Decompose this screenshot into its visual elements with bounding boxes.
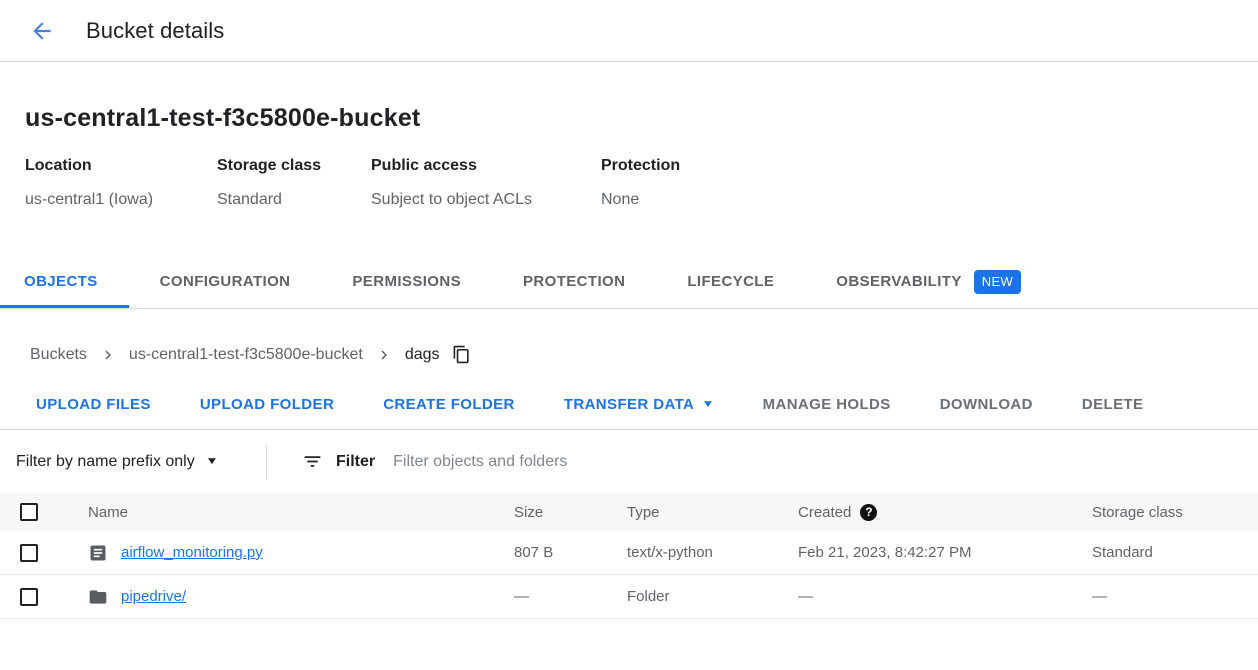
bucket-summary: us-central1-test-f3c5800e-bucket Locatio…: [0, 62, 1258, 255]
tab-label: OBJECTS: [24, 273, 98, 290]
table-row: airflow_monitoring.py 807 B text/x-pytho…: [0, 531, 1258, 575]
meta-value: None: [601, 191, 680, 209]
tab-permissions[interactable]: PERMISSIONS: [321, 255, 492, 308]
upload-files-button[interactable]: UPLOAD FILES: [36, 396, 151, 413]
caret-down-icon: ▼: [701, 399, 715, 410]
button-label: TRANSFER DATA: [564, 396, 694, 413]
bucket-tabs: OBJECTS CONFIGURATION PERMISSIONS PROTEC…: [0, 255, 1258, 309]
button-label: MANAGE HOLDS: [763, 396, 891, 413]
filter-scope-selector[interactable]: Filter by name prefix only ▼: [16, 453, 266, 471]
cell-created: Feb 21, 2023, 8:42:27 PM: [798, 544, 1092, 561]
cell-storage-class: —: [1092, 588, 1258, 605]
cell-size: 807 B: [514, 544, 627, 561]
tab-objects[interactable]: OBJECTS: [0, 255, 129, 308]
folder-link[interactable]: pipedrive/: [121, 588, 186, 605]
cell-storage-class: Standard: [1092, 544, 1258, 561]
meta-label: Public access: [371, 157, 601, 175]
page-title: Bucket details: [86, 18, 224, 44]
object-link[interactable]: airflow_monitoring.py: [121, 544, 263, 561]
column-header-size: Size: [514, 504, 627, 521]
filter-label: Filter: [336, 453, 375, 471]
column-header-created: Created ?: [798, 504, 1092, 521]
select-row-checkbox[interactable]: [20, 588, 38, 606]
vertical-divider: [266, 444, 267, 480]
select-row-checkbox[interactable]: [20, 544, 38, 562]
tab-protection[interactable]: PROTECTION: [492, 255, 656, 308]
content-copy-icon: [452, 345, 471, 364]
filter-bar: Filter by name prefix only ▼ Filter: [0, 430, 1258, 493]
meta-label: Protection: [601, 157, 680, 175]
meta-storage-class: Storage class Standard: [217, 157, 371, 209]
tab-configuration[interactable]: CONFIGURATION: [129, 255, 322, 308]
button-label: UPLOAD FOLDER: [200, 396, 334, 413]
tab-label: PROTECTION: [523, 273, 625, 290]
filter-input[interactable]: [393, 442, 1258, 482]
meta-value: Standard: [217, 191, 371, 209]
meta-protection: Protection None: [601, 157, 680, 209]
copy-path-button[interactable]: [450, 343, 473, 366]
meta-value: us-central1 (Iowa): [25, 191, 217, 209]
bucket-meta: Location us-central1 (Iowa) Storage clas…: [25, 157, 1258, 209]
object-actions-toolbar: UPLOAD FILES UPLOAD FOLDER CREATE FOLDER…: [0, 382, 1258, 429]
button-label: DOWNLOAD: [940, 396, 1033, 413]
cell-size: —: [514, 588, 627, 605]
filter-list-icon: [302, 451, 323, 472]
meta-label: Location: [25, 157, 217, 175]
transfer-data-button[interactable]: TRANSFER DATA ▼: [564, 396, 714, 413]
download-button[interactable]: DOWNLOAD: [940, 396, 1033, 413]
folder-icon: [88, 587, 108, 607]
chevron-right-icon: [375, 346, 393, 364]
arrow-left-icon: [29, 18, 55, 44]
tab-lifecycle[interactable]: LIFECYCLE: [656, 255, 805, 308]
delete-button[interactable]: DELETE: [1082, 396, 1144, 413]
tab-label: CONFIGURATION: [160, 273, 291, 290]
help-icon[interactable]: ?: [860, 504, 877, 521]
table-header-row: Name Size Type Created ? Storage class: [0, 493, 1258, 531]
column-header-type: Type: [627, 504, 798, 521]
column-header-name: Name: [88, 504, 514, 521]
cell-created: —: [798, 588, 1092, 605]
meta-label: Storage class: [217, 157, 371, 175]
meta-public-access: Public access Subject to object ACLs: [371, 157, 601, 209]
breadcrumb-buckets[interactable]: Buckets: [30, 346, 87, 364]
column-header-storage-class: Storage class: [1092, 504, 1258, 521]
bucket-name: us-central1-test-f3c5800e-bucket: [25, 104, 1258, 133]
column-header-label: Created: [798, 504, 851, 521]
caret-down-icon: ▼: [205, 456, 218, 467]
file-icon: [88, 543, 108, 563]
meta-location: Location us-central1 (Iowa): [25, 157, 217, 209]
page-header: Bucket details: [0, 0, 1258, 62]
new-badge: NEW: [974, 270, 1021, 294]
create-folder-button[interactable]: CREATE FOLDER: [383, 396, 515, 413]
meta-value: Subject to object ACLs: [371, 191, 601, 209]
breadcrumb-bucket-name[interactable]: us-central1-test-f3c5800e-bucket: [129, 346, 363, 364]
tab-label: OBSERVABILITY: [836, 273, 962, 290]
tab-label: LIFECYCLE: [687, 273, 774, 290]
objects-table: Name Size Type Created ? Storage class a…: [0, 493, 1258, 619]
cell-type: text/x-python: [627, 544, 798, 561]
button-label: CREATE FOLDER: [383, 396, 515, 413]
breadcrumb: Buckets us-central1-test-f3c5800e-bucket…: [0, 309, 1258, 382]
button-label: DELETE: [1082, 396, 1144, 413]
filter-scope-label: Filter by name prefix only: [16, 453, 195, 471]
table-row: pipedrive/ — Folder — —: [0, 575, 1258, 619]
breadcrumb-current-folder: dags: [405, 346, 440, 364]
cell-type: Folder: [627, 588, 798, 605]
manage-holds-button[interactable]: MANAGE HOLDS: [763, 396, 891, 413]
tab-label: PERMISSIONS: [352, 273, 461, 290]
back-button[interactable]: [22, 11, 62, 51]
select-all-checkbox[interactable]: [20, 503, 38, 521]
chevron-right-icon: [99, 346, 117, 364]
upload-folder-button[interactable]: UPLOAD FOLDER: [200, 396, 334, 413]
tab-observability[interactable]: OBSERVABILITY NEW: [805, 255, 1052, 308]
button-label: UPLOAD FILES: [36, 396, 151, 413]
